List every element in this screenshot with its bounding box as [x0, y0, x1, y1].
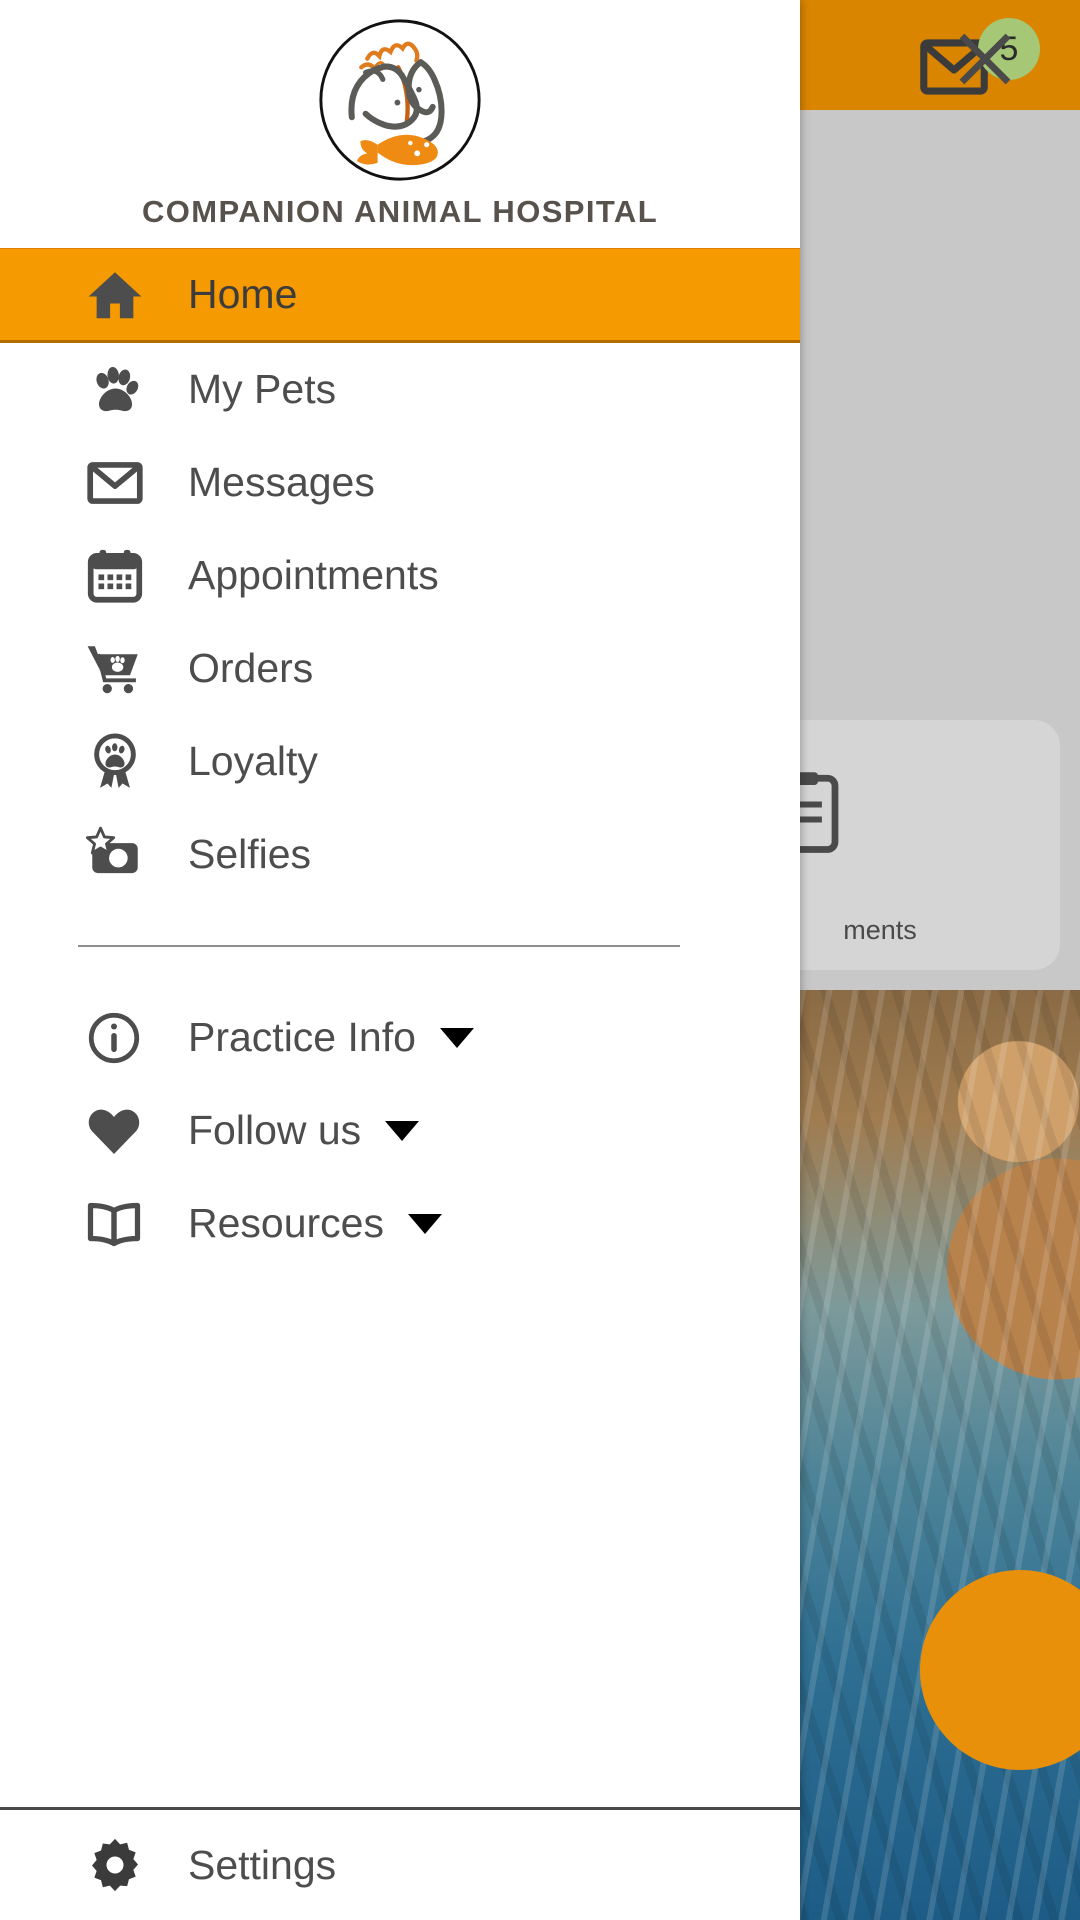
close-drawer-button[interactable] — [938, 12, 1032, 106]
camera-star-icon — [84, 824, 152, 886]
sidebar-item-loyalty[interactable]: Loyalty — [0, 715, 800, 808]
drawer-primary-nav: Home My Pets Messages Appointments Order… — [0, 248, 800, 901]
calendar-icon — [84, 545, 152, 607]
sidebar-item-selfies[interactable]: Selfies — [0, 808, 800, 901]
page-title: COMPANION ANIMAL HOSPITAL — [141, 194, 659, 229]
cart-paw-icon — [84, 638, 152, 700]
sidebar-item-follow-us[interactable]: Follow us — [0, 1084, 800, 1177]
drawer-brand-header: COMPANION ANIMAL HOSPITAL — [0, 0, 800, 248]
sidebar-item-label: Settings — [188, 1841, 337, 1888]
sidebar-item-orders[interactable]: Orders — [0, 622, 800, 715]
sidebar-item-messages[interactable]: Messages — [0, 436, 800, 529]
info-circle-icon — [84, 1008, 152, 1068]
home-icon — [84, 264, 152, 326]
photo-texture — [800, 990, 1080, 1920]
sidebar-item-label: Practice Info — [188, 1014, 416, 1060]
award-paw-icon — [84, 731, 152, 793]
drawer-footer-nav: Settings — [0, 1810, 800, 1920]
chevron-down-icon[interactable] — [385, 1120, 420, 1141]
sidebar-item-label: Appointments — [188, 552, 439, 598]
navigation-drawer: COMPANION ANIMAL HOSPITAL Home My Pets M… — [0, 0, 1011, 1920]
sidebar-item-label: Selfies — [188, 831, 312, 877]
close-icon — [959, 33, 1011, 85]
sidebar-item-label: My Pets — [188, 366, 337, 412]
sidebar-item-resources[interactable]: Resources — [0, 1177, 800, 1270]
background-photo — [800, 990, 1080, 1920]
sidebar-item-label: Loyalty — [188, 738, 318, 784]
envelope-icon — [84, 452, 152, 514]
drawer-secondary-nav: Practice Info Follow us Resources — [0, 991, 800, 1270]
sidebar-item-label: Resources — [188, 1200, 384, 1246]
chevron-down-icon[interactable] — [439, 1027, 474, 1048]
open-book-icon — [84, 1194, 152, 1254]
paw-icon — [84, 359, 152, 421]
companion-animal-hospital-logo — [319, 19, 481, 181]
drawer-spacer — [0, 1270, 800, 1807]
sidebar-item-appointments[interactable]: Appointments — [0, 529, 800, 622]
gear-icon — [84, 1834, 152, 1896]
sidebar-item-label: Messages — [188, 459, 375, 505]
sidebar-item-settings[interactable]: Settings — [0, 1810, 800, 1920]
sidebar-item-my-pets[interactable]: My Pets — [0, 343, 800, 436]
sidebar-item-practice-info[interactable]: Practice Info — [0, 991, 800, 1084]
sidebar-item-home[interactable]: Home — [0, 248, 800, 343]
sidebar-item-label: Orders — [188, 645, 314, 691]
nav-divider — [78, 945, 680, 947]
chevron-down-icon[interactable] — [407, 1213, 442, 1234]
sidebar-item-label: Follow us — [188, 1107, 362, 1153]
sidebar-item-label: Home — [188, 271, 298, 317]
heart-icon — [84, 1101, 152, 1161]
